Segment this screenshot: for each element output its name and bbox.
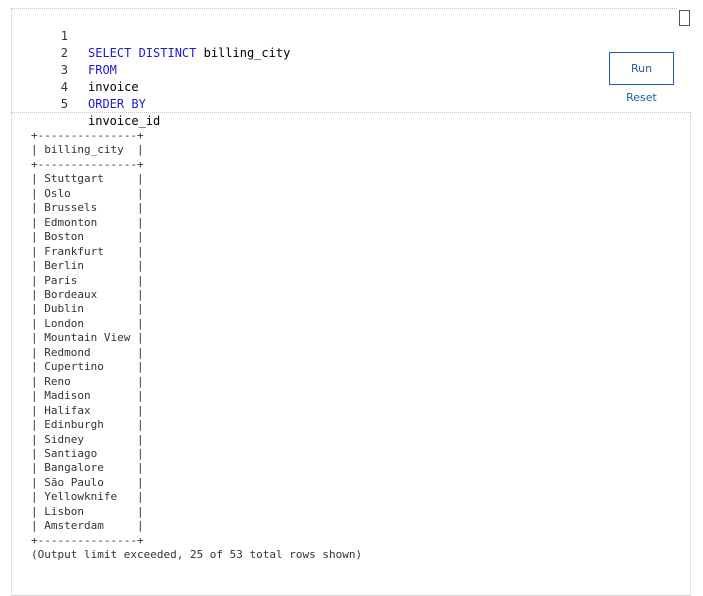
table-row: | Paris | (31, 273, 144, 287)
table-row: | Redmond | (31, 345, 144, 359)
query-output-panel: +---------------+ | billing_city | +----… (11, 112, 691, 596)
table-row: | Cupertino | (31, 360, 144, 374)
table-cell: Oslo (44, 186, 71, 200)
table-row: | London | (31, 316, 144, 330)
table-cell: Edinburgh (44, 418, 104, 432)
sql-identifier: invoice (88, 80, 139, 94)
code-text[interactable]: FROM (88, 62, 117, 79)
table-cell: Dublin (44, 302, 84, 316)
sql-keyword: FROM (88, 63, 117, 77)
code-text[interactable]: invoice (88, 79, 139, 96)
scrollbar-thumb[interactable] (679, 10, 690, 26)
table-cell: Brussels (44, 201, 98, 215)
table-row: | Berlin | (31, 259, 144, 273)
table-row: | Brussels | (31, 201, 144, 215)
table-cell: Berlin (44, 259, 84, 273)
table-cell: Frankfurt (44, 244, 104, 258)
line-number: 4 (60, 80, 68, 94)
table-row: | Boston | (31, 230, 144, 244)
table-cell: Edmonton (44, 215, 98, 229)
table-row: | Yellowknife | (31, 490, 144, 504)
table-cell: Boston (44, 230, 84, 244)
table-border-top: +---------------+ (31, 129, 144, 142)
sql-keyword: ORDER BY (88, 97, 146, 111)
table-cell: Halifax (44, 403, 91, 417)
table-cell: London (44, 316, 84, 330)
table-row: | Mountain View | (31, 331, 144, 345)
table-row: | Bangalore | (31, 461, 144, 475)
table-row: | Reno | (31, 374, 144, 388)
table-row: | Edinburgh | (31, 418, 144, 432)
table-cell: Santiago (44, 446, 98, 460)
table-row: | Frankfurt | (31, 244, 144, 258)
table-row: | Halifax | (31, 403, 144, 417)
line-number: 3 (60, 63, 68, 77)
table-cell: Sidney (44, 432, 84, 446)
table-row: | Dublin | (31, 302, 144, 316)
code-line-5[interactable]: 5 invoice_id (12, 79, 160, 128)
table-cell: Madison (44, 389, 91, 403)
table-row: | Amsterdam | (31, 519, 144, 533)
table-cell: Bordeaux (44, 287, 98, 301)
table-cell: Reno (44, 374, 71, 388)
line-number: 5 (60, 97, 68, 111)
query-result-text: +---------------+ | billing_city | +----… (31, 129, 363, 562)
table-cell: Paris (44, 273, 78, 287)
code-line-2[interactable]: 2 FROM (12, 28, 117, 77)
column-header: billing_city (44, 143, 124, 157)
table-cell: Cupertino (44, 360, 104, 374)
table-border-bottom: +---------------+ (31, 533, 144, 547)
table-cell: Bangalore (44, 461, 104, 475)
code-text[interactable]: ORDER BY (88, 96, 146, 113)
code-line-1[interactable]: 1 SELECT DISTINCT billing_city (12, 11, 291, 60)
table-row: | Santiago | (31, 446, 144, 460)
table-cell: São Paulo (44, 475, 104, 489)
table-row: | Oslo | (31, 186, 144, 200)
code-line-3[interactable]: 3 invoice (12, 45, 139, 94)
line-number: 1 (60, 29, 68, 43)
table-row: | São Paulo | (31, 475, 144, 489)
table-row: | Madison | (31, 389, 144, 403)
table-cell: Redmond (44, 345, 91, 359)
sql-keyword: SELECT DISTINCT (88, 46, 197, 60)
table-cell: Mountain View (44, 331, 131, 345)
table-row: | Bordeaux | (31, 287, 144, 301)
line-number: 2 (60, 46, 68, 60)
result-rows: | Stuttgart | | Oslo | | Brussels | | Ed… (31, 172, 144, 532)
sql-identifier: billing_city (196, 46, 291, 60)
table-cell: Amsterdam (44, 519, 104, 533)
sql-editor[interactable]: 1 SELECT DISTINCT billing_city 2 FROM 3 … (11, 8, 679, 128)
table-row: | Stuttgart | (31, 172, 144, 186)
table-cell: Yellowknife (44, 490, 118, 504)
table-row: | Sidney | (31, 432, 144, 446)
code-line-4[interactable]: 4 ORDER BY (12, 62, 146, 111)
table-cell: Stuttgart (44, 172, 104, 186)
run-button[interactable]: Run (609, 52, 674, 85)
reset-link[interactable]: Reset (609, 90, 674, 106)
output-limit-message: (Output limit exceeded, 25 of 53 total r… (31, 548, 363, 562)
table-border-header: +---------------+ (31, 157, 144, 171)
table-row: | Lisbon | (31, 504, 144, 518)
table-cell: Lisbon (44, 504, 84, 518)
code-text[interactable]: SELECT DISTINCT billing_city (88, 45, 290, 62)
table-row: | Edmonton | (31, 215, 144, 229)
